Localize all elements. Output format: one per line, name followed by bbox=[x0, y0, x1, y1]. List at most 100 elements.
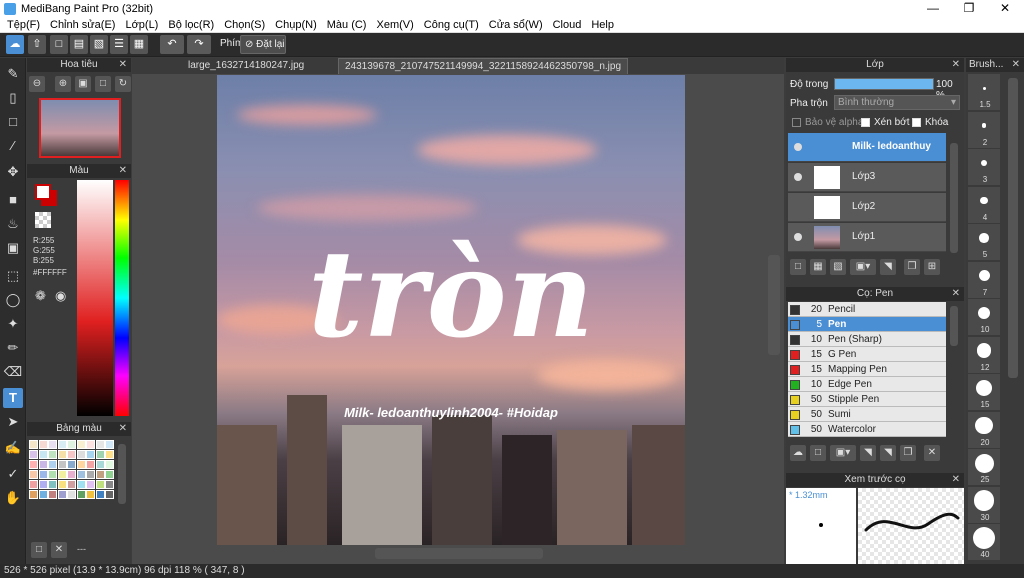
select-pen-tool-icon[interactable]: ✏ bbox=[3, 338, 23, 358]
brush-size-item[interactable]: 4 bbox=[968, 186, 1000, 223]
palette-swatch[interactable] bbox=[76, 440, 86, 449]
palette-swatch[interactable] bbox=[86, 450, 95, 459]
brush-item[interactable]: 50 Sumi bbox=[788, 407, 946, 422]
menu-filter[interactable]: Bộ lọc(R) bbox=[163, 19, 219, 31]
palette-swatch[interactable] bbox=[76, 490, 86, 499]
brush-item[interactable]: 10 Edge Pen bbox=[788, 377, 946, 392]
brush-size-item[interactable]: 7 bbox=[968, 261, 1000, 298]
visibility-eye-icon[interactable] bbox=[794, 143, 802, 151]
brush-size-item[interactable]: 30 bbox=[968, 486, 1000, 523]
palette-swatch[interactable] bbox=[38, 460, 48, 469]
palette-swatch[interactable] bbox=[67, 480, 76, 489]
color-sliders-icon[interactable]: ◉ bbox=[55, 288, 66, 304]
palette-swatch[interactable] bbox=[48, 440, 57, 449]
palette-swatch[interactable] bbox=[38, 480, 48, 489]
close-button[interactable]: ✕ bbox=[988, 0, 1022, 17]
brush-menu-icon[interactable]: ▣▾ bbox=[830, 445, 856, 461]
palette-swatch[interactable] bbox=[86, 440, 95, 449]
canvas-horizontal-scrollbar[interactable] bbox=[375, 548, 543, 559]
delete-palette-icon[interactable]: ✕ bbox=[51, 542, 67, 558]
zoom-in-icon[interactable]: ⊕ bbox=[55, 76, 71, 92]
brush-size-item[interactable]: 40 bbox=[968, 524, 1000, 560]
palette-swatch[interactable] bbox=[105, 450, 114, 459]
panel-close-icon[interactable]: ✕ bbox=[952, 58, 960, 72]
palette-swatch[interactable] bbox=[95, 470, 105, 479]
menu-color[interactable]: Màu (C) bbox=[322, 19, 372, 31]
palette-swatch[interactable] bbox=[67, 440, 76, 449]
visibility-eye-icon[interactable] bbox=[794, 173, 802, 181]
palette-swatch[interactable] bbox=[95, 480, 105, 489]
palette-swatch[interactable] bbox=[86, 480, 95, 489]
palette-scrollbar[interactable] bbox=[118, 444, 126, 504]
layer-row[interactable]: Milk- ledoanthuy bbox=[788, 133, 946, 162]
eyedropper-tool-icon[interactable]: ✓ bbox=[3, 464, 23, 484]
palette-swatch[interactable] bbox=[105, 490, 114, 499]
visibility-eye-icon[interactable] bbox=[794, 233, 802, 241]
palette-swatch[interactable] bbox=[95, 440, 105, 449]
palette-swatch[interactable] bbox=[38, 490, 48, 499]
maximize-button[interactable]: ❐ bbox=[952, 0, 986, 17]
brush-size-item[interactable]: 2 bbox=[968, 111, 1000, 148]
palette-swatch[interactable] bbox=[29, 460, 38, 469]
palette-swatch[interactable] bbox=[95, 450, 105, 459]
magic-wand-tool-icon[interactable]: ✦ bbox=[3, 314, 23, 334]
palette-swatch[interactable] bbox=[38, 470, 48, 479]
brush-item[interactable]: 50 Stipple Pen bbox=[788, 392, 946, 407]
palette-swatch[interactable] bbox=[57, 470, 67, 479]
tab-document-2[interactable]: 243139678_210747521149994_32211589244623… bbox=[338, 58, 629, 74]
lasso-tool-icon[interactable]: ◯ bbox=[3, 290, 23, 310]
rectangle-tool-icon[interactable]: □ bbox=[3, 112, 23, 132]
select-rect-tool-icon[interactable]: ⬚ bbox=[3, 266, 23, 286]
brush-size-item[interactable]: 10 bbox=[968, 299, 1000, 335]
palette-swatch[interactable] bbox=[29, 440, 38, 449]
primary-color-swatch[interactable] bbox=[35, 184, 51, 200]
comment-icon[interactable]: □ bbox=[50, 35, 68, 54]
palette-swatch[interactable] bbox=[48, 460, 57, 469]
palette-swatch[interactable] bbox=[38, 450, 48, 459]
brush-size-scrollbar[interactable] bbox=[1008, 78, 1018, 378]
palette-swatch[interactable] bbox=[95, 490, 105, 499]
protect-alpha-checkbox[interactable] bbox=[792, 118, 801, 127]
hand-tool-icon[interactable]: ✋ bbox=[3, 488, 23, 508]
menu-select[interactable]: Chọn(S) bbox=[219, 19, 270, 31]
palette-swatch[interactable] bbox=[57, 460, 67, 469]
palette-swatch[interactable] bbox=[67, 470, 76, 479]
new-1bit-layer-icon[interactable]: ▧ bbox=[830, 259, 846, 275]
duplicate-layer-icon[interactable]: ❐ bbox=[904, 259, 920, 275]
new-brush-icon[interactable]: □ bbox=[810, 445, 826, 461]
document-icon[interactable]: ▧ bbox=[90, 35, 108, 54]
brush-item[interactable]: 20 Pencil bbox=[788, 302, 946, 317]
panel-close-icon[interactable]: ✕ bbox=[952, 287, 960, 301]
menu-view[interactable]: Xem(V) bbox=[371, 19, 418, 31]
menu-window[interactable]: Cửa sổ(W) bbox=[484, 19, 548, 31]
palette-swatch[interactable] bbox=[48, 450, 57, 459]
palette-swatch[interactable] bbox=[67, 450, 76, 459]
panel-close-icon[interactable]: ✕ bbox=[952, 473, 960, 487]
palette-swatch[interactable] bbox=[57, 440, 67, 449]
blur-tool-icon[interactable]: ✍ bbox=[3, 438, 23, 458]
canvas-image[interactable]: tròn Milk- ledoanthuylinh2004- #Hoidap bbox=[217, 75, 685, 545]
operation-tool-icon[interactable]: ➤ bbox=[3, 412, 23, 432]
brush-size-item[interactable]: 15 bbox=[968, 374, 1000, 410]
palette-swatch[interactable] bbox=[76, 460, 86, 469]
color-wheel-icon[interactable]: ❁ bbox=[35, 288, 46, 304]
palette-swatch[interactable] bbox=[105, 480, 114, 489]
share-icon[interactable]: ⇧ bbox=[28, 35, 46, 54]
opacity-slider[interactable] bbox=[834, 78, 934, 90]
fill-rect-tool-icon[interactable]: ■ bbox=[3, 190, 23, 210]
brush-item[interactable]: 50 Watercolor bbox=[788, 422, 946, 437]
redo-icon[interactable]: ↷ bbox=[187, 35, 211, 54]
brush-size-item[interactable]: 20 bbox=[968, 411, 1000, 448]
palette-swatch[interactable] bbox=[86, 460, 95, 469]
palette-swatch[interactable] bbox=[95, 460, 105, 469]
canvas-vertical-scrollbar[interactable] bbox=[768, 255, 780, 355]
tab-document-1[interactable]: large_1632714180247.jpg bbox=[182, 58, 310, 74]
layer-row[interactable]: Lớp1 bbox=[788, 223, 946, 252]
lock-checkbox[interactable] bbox=[912, 118, 921, 127]
palette-swatch[interactable] bbox=[67, 460, 76, 469]
palette-swatch[interactable] bbox=[29, 450, 38, 459]
menu-tools[interactable]: Công cụ(T) bbox=[419, 19, 484, 31]
palette-swatch[interactable] bbox=[48, 490, 57, 499]
palette-swatch[interactable] bbox=[48, 470, 57, 479]
brush-item[interactable]: 10 Pen (Sharp) bbox=[788, 332, 946, 347]
